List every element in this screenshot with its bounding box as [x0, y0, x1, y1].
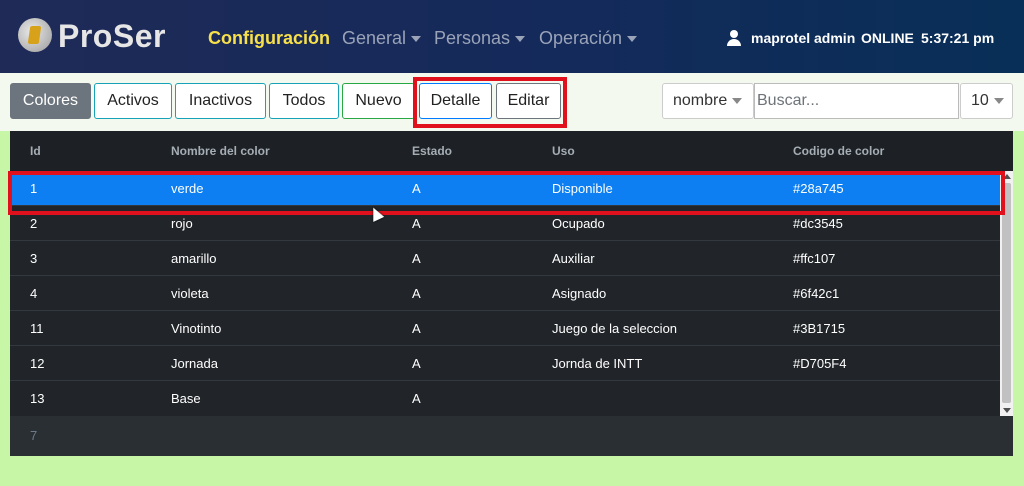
- online-status: ONLINE: [861, 30, 914, 46]
- cell-uso: Disponible: [552, 181, 613, 196]
- cell-uso: Auxiliar: [552, 251, 595, 266]
- todos-button[interactable]: Todos: [269, 83, 339, 119]
- top-navbar: ProSer Configuración General Personas Op…: [0, 0, 1024, 73]
- sort-field-value: nombre: [673, 92, 728, 109]
- cell-id: 3: [30, 251, 38, 266]
- table-footer: 7: [10, 416, 1013, 456]
- nav-general-dropdown[interactable]: General: [342, 28, 422, 49]
- nav-general-label: General: [342, 28, 407, 48]
- user-icon: [727, 30, 741, 46]
- page-size-value: 10: [971, 92, 989, 109]
- cell-id: 11: [30, 321, 44, 336]
- cell-codigo: #28a745: [793, 181, 844, 196]
- nav-personas-dropdown[interactable]: Personas: [434, 28, 526, 49]
- nav-operacion-label: Operación: [539, 28, 623, 48]
- cell-codigo: #3B1715: [793, 321, 846, 336]
- cell-id: 1: [30, 181, 38, 196]
- chevron-down-icon: [993, 97, 1004, 104]
- nav-operacion-dropdown[interactable]: Operación: [539, 28, 638, 49]
- chevron-down-icon: [411, 36, 422, 43]
- chevron-down-icon: [627, 36, 638, 43]
- column-header-nombre[interactable]: Nombre del color: [171, 144, 270, 158]
- cell-nombre: rojo: [171, 216, 193, 231]
- cell-uso: Juego de la seleccion: [552, 321, 678, 336]
- cell-nombre: amarillo: [171, 251, 217, 266]
- user-name[interactable]: maprotel admin: [751, 30, 855, 46]
- page-size-select[interactable]: 10: [960, 83, 1013, 119]
- sort-field-select[interactable]: nombre: [662, 83, 754, 119]
- cell-codigo: #ffc107: [793, 251, 836, 266]
- nav-configuracion-label: Configuración: [208, 28, 330, 48]
- cell-uso: Asignado: [552, 286, 607, 301]
- cell-estado: A: [412, 286, 421, 301]
- nav-configuracion[interactable]: Configuración: [208, 28, 330, 49]
- cell-uso: Jornda de INTT: [552, 356, 643, 371]
- proser-logo-icon[interactable]: [18, 18, 52, 52]
- cell-id: 4: [30, 286, 38, 301]
- column-header-uso[interactable]: Uso: [552, 144, 575, 158]
- cell-nombre: Base: [171, 391, 201, 406]
- table-header: Id Nombre del color Estado Uso Codigo de…: [10, 131, 1013, 171]
- brand-name[interactable]: ProSer: [58, 18, 166, 55]
- cell-nombre: Jornada: [171, 356, 218, 371]
- colores-button[interactable]: Colores: [10, 83, 91, 119]
- cell-uso: Ocupado: [552, 216, 605, 231]
- table-row[interactable]: 3 amarillo A Auxiliar #ffc107: [10, 241, 1000, 276]
- colors-table: Id Nombre del color Estado Uso Codigo de…: [10, 131, 1013, 456]
- cell-estado: A: [412, 391, 421, 406]
- table-row[interactable]: 13 Base A: [10, 381, 1000, 416]
- cell-id: 13: [30, 391, 45, 406]
- cell-codigo: #D705F4: [793, 356, 847, 371]
- cell-estado: A: [412, 251, 421, 266]
- cell-id: 12: [30, 356, 45, 371]
- cell-estado: A: [412, 321, 421, 336]
- scroll-up-icon[interactable]: [1003, 174, 1011, 179]
- row-count: 7: [30, 428, 38, 443]
- search-input[interactable]: [754, 83, 959, 119]
- chevron-down-icon: [732, 97, 743, 104]
- cell-codigo: #6f42c1: [793, 286, 840, 301]
- column-header-codigo[interactable]: Codigo de color: [793, 144, 884, 158]
- cell-id: 2: [30, 216, 38, 231]
- editar-button[interactable]: Editar: [496, 83, 561, 119]
- table-body: 1 verde A Disponible #28a745 2 rojo A Oc…: [10, 171, 1000, 416]
- detalle-button[interactable]: Detalle: [419, 83, 492, 119]
- activos-button[interactable]: Activos: [94, 83, 172, 119]
- chevron-down-icon: [515, 36, 526, 43]
- cell-nombre: Vinotinto: [171, 321, 222, 336]
- nuevo-button[interactable]: Nuevo: [342, 83, 415, 119]
- table-scrollbar[interactable]: [1000, 171, 1013, 416]
- cell-codigo: #dc3545: [793, 216, 843, 231]
- cell-estado: A: [412, 216, 421, 231]
- table-row[interactable]: 1 verde A Disponible #28a745: [10, 171, 1000, 206]
- scroll-thumb[interactable]: [1002, 183, 1011, 403]
- cell-nombre: verde: [171, 181, 204, 196]
- column-header-id[interactable]: Id: [30, 144, 41, 158]
- table-row[interactable]: 4 violeta A Asignado #6f42c1: [10, 276, 1000, 311]
- table-row[interactable]: 11 Vinotinto A Juego de la seleccion #3B…: [10, 311, 1000, 346]
- column-header-estado[interactable]: Estado: [412, 144, 452, 158]
- table-row[interactable]: 12 Jornada A Jornda de INTT #D705F4: [10, 346, 1000, 381]
- clock-time: 5:37:21 pm: [921, 30, 995, 46]
- cell-estado: A: [412, 356, 421, 371]
- nav-personas-label: Personas: [434, 28, 511, 48]
- scroll-down-icon[interactable]: [1003, 408, 1011, 413]
- cell-estado: A: [412, 181, 421, 196]
- table-row[interactable]: 2 rojo A Ocupado #dc3545: [10, 206, 1000, 241]
- inactivos-button[interactable]: Inactivos: [175, 83, 266, 119]
- cell-nombre: violeta: [171, 286, 209, 301]
